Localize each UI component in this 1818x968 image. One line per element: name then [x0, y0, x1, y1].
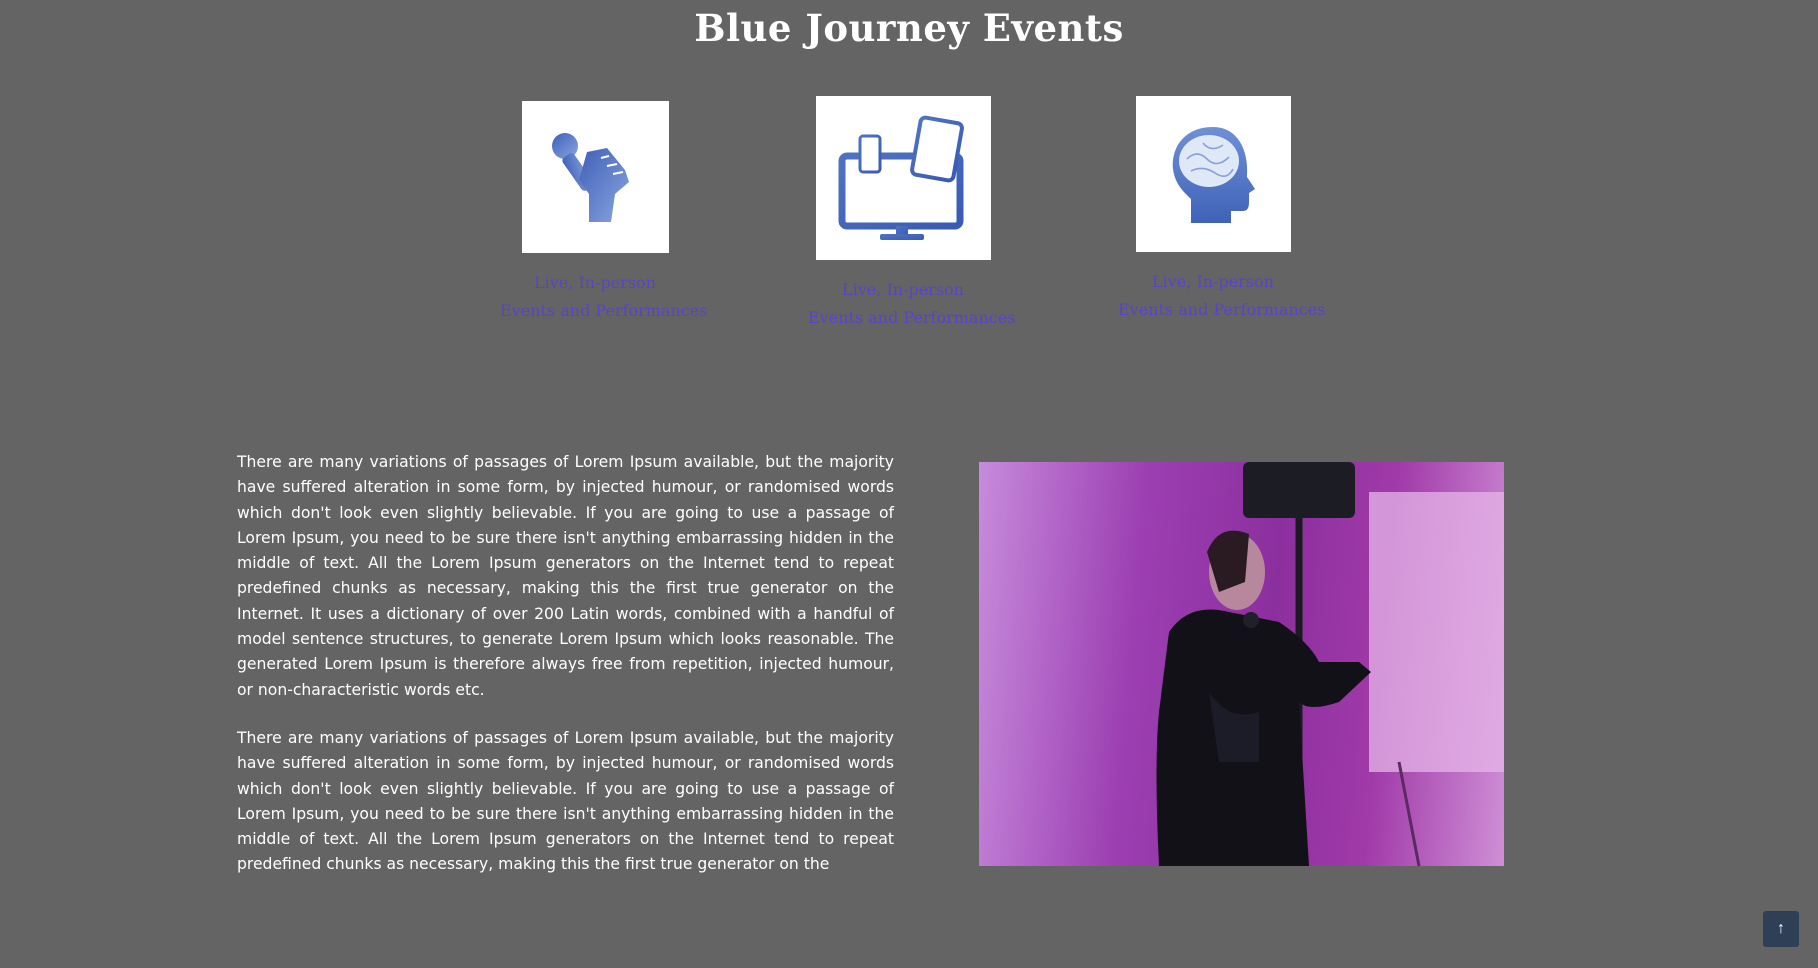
- page-title: Blue Journey Events: [694, 6, 1124, 50]
- performer-photo: [979, 462, 1504, 866]
- microphone-fist-icon: [552, 133, 629, 222]
- scroll-to-top-button[interactable]: ↑: [1763, 911, 1799, 947]
- feature-image-tile: [1135, 96, 1291, 252]
- feature-card-digital: Live, In-person Events and Performances: [808, 96, 1016, 332]
- feature-card-mind: Live, In-person Events and Performances: [1118, 96, 1326, 324]
- feature-caption-line1: Live, In-person: [1152, 272, 1274, 291]
- feature-card-performances: Live, In-person Events and Performances: [500, 101, 708, 325]
- feature-caption-line1: Live, In-person: [534, 273, 656, 292]
- feature-caption-line1: Live, In-person: [842, 280, 964, 299]
- feature-image-tile: [521, 101, 669, 253]
- brain-head-icon: [1172, 127, 1255, 223]
- feature-caption-line2: Events and Performances: [808, 308, 1016, 327]
- paragraph-1: There are many variations of passages of…: [237, 453, 894, 699]
- feature-caption-line2: Events and Performances: [500, 301, 708, 320]
- paragraph-2: There are many variations of passages of…: [237, 728, 894, 874]
- devices-icon: [838, 115, 964, 240]
- feature-caption-line2: Events and Performances: [1118, 300, 1326, 319]
- feature-image-tile: [815, 96, 991, 260]
- about-text: There are many variations of passages of…: [237, 450, 894, 901]
- arrow-up-icon: ↑: [1777, 920, 1785, 937]
